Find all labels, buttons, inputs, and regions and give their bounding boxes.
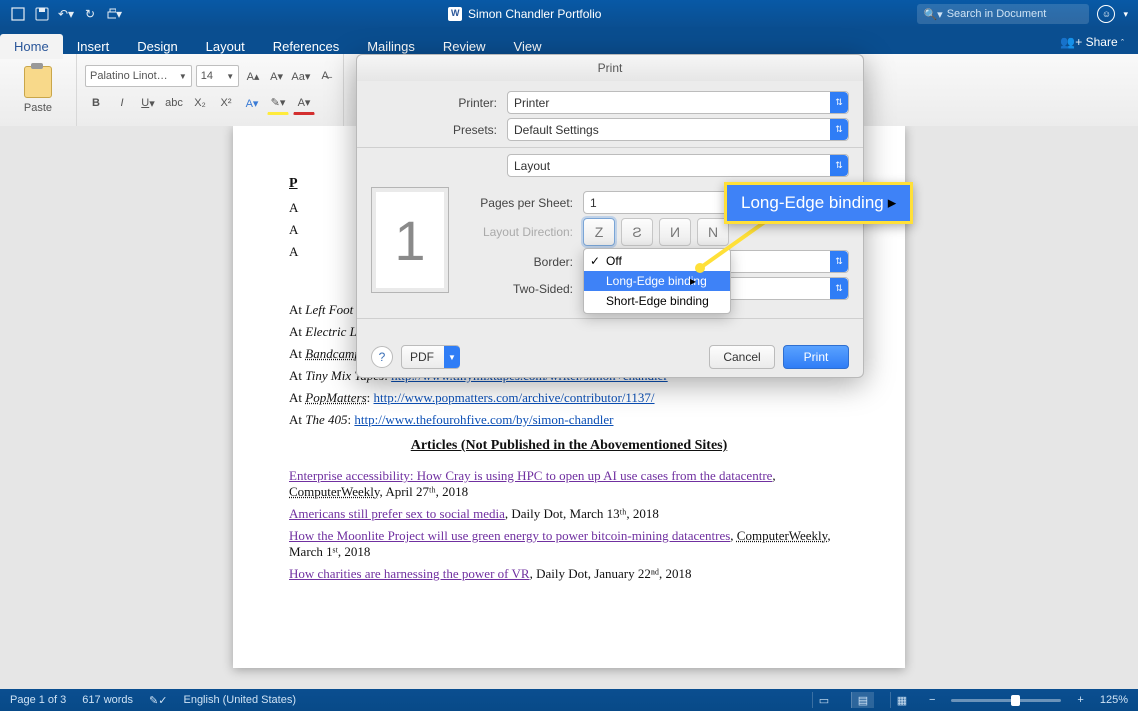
search-icon: 🔍▾ [923, 8, 942, 21]
print-button[interactable]: Print [783, 345, 849, 369]
clipboard-group: Paste [0, 54, 77, 126]
print-quick-icon[interactable]: ▾ [106, 6, 122, 22]
chevron-updown-icon: ⇅ [830, 92, 848, 113]
subscript-button[interactable]: X₂ [189, 92, 211, 114]
focus-view-icon[interactable]: ▭ [812, 692, 835, 708]
zoom-level[interactable]: 125% [1100, 694, 1128, 706]
status-lang[interactable]: English (United States) [183, 694, 296, 706]
share-button[interactable]: 👥+ Share ˆ [1046, 30, 1138, 54]
clear-format-icon[interactable]: A̶ [315, 65, 335, 87]
articles-heading: Articles (Not Published in the Abovement… [289, 438, 849, 454]
article-link[interactable]: Americans still prefer sex to social med… [289, 506, 505, 521]
presets-label: Presets: [371, 123, 507, 137]
portfolio-row: At The 405: http://www.thefourohfive.com… [289, 412, 849, 428]
highlight-icon[interactable]: ✎▾ [267, 91, 289, 115]
chevron-updown-icon: ⇅ [830, 119, 848, 140]
page-thumbnail: 1 [371, 187, 449, 293]
portfolio-link[interactable]: http://www.thefourohfive.com/by/simon-ch… [354, 412, 613, 427]
chevron-updown-icon: ⇅ [830, 155, 848, 176]
article-link[interactable]: How the Moonlite Project will use green … [289, 528, 730, 543]
pdf-button[interactable]: PDF▼ [401, 345, 460, 369]
presets-select[interactable]: Default Settings⇅ [507, 118, 849, 141]
article-row: How the Moonlite Project will use green … [289, 528, 849, 560]
chevron-updown-icon: ⇅ [830, 251, 848, 272]
italic-button[interactable]: I [111, 92, 133, 114]
dir-s-icon[interactable]: Ƨ [621, 218, 653, 246]
search-input[interactable]: 🔍▾Search in Document [917, 4, 1089, 24]
font-group: Palatino Linot…▼ 14▼ A▴ A▾ Aa▾ A̶ B I U▾… [77, 54, 344, 126]
help-button[interactable]: ? [371, 346, 393, 368]
section-select[interactable]: Layout⇅ [507, 154, 849, 177]
zoom-slider[interactable] [951, 699, 1061, 702]
article-link[interactable]: Enterprise accessibility: How Cray is us… [289, 468, 772, 483]
superscript-button[interactable]: X² [215, 92, 237, 114]
chevron-down-icon: ▼ [444, 346, 460, 368]
strike-button[interactable]: abc [163, 92, 185, 114]
shrink-font-icon[interactable]: A▾ [267, 65, 287, 87]
twosided-label: Two-Sided: [463, 282, 583, 296]
dir-n-icon[interactable]: И [659, 218, 691, 246]
titlebar: ↶▾ ↻ ▾ Simon Chandler Portfolio 🔍▾Search… [0, 0, 1138, 28]
status-page[interactable]: Page 1 of 3 [10, 694, 66, 706]
article-row: How charities are harnessing the power o… [289, 566, 849, 582]
chevron-updown-icon: ⇅ [830, 278, 848, 299]
ribbon-tabs: HomeInsertDesignLayoutReferencesMailings… [0, 28, 1138, 54]
cancel-button[interactable]: Cancel [709, 345, 775, 369]
layout-direction-label: Layout Direction: [463, 225, 583, 239]
zoom-out-button[interactable]: − [929, 694, 935, 706]
feedback-chevron-icon[interactable]: ▾ [1123, 9, 1128, 20]
dialog-title: Print [357, 55, 863, 81]
border-label: Border: [463, 255, 583, 269]
undo-icon[interactable]: ↶▾ [58, 6, 74, 22]
printer-label: Printer: [371, 96, 507, 110]
dir-z-icon[interactable]: Z [583, 218, 615, 246]
pps-label: Pages per Sheet: [463, 196, 583, 210]
callout-label: Long-Edge binding▸ [724, 182, 913, 224]
font-size-select[interactable]: 14▼ [196, 65, 239, 87]
autosave-icon[interactable] [10, 6, 26, 22]
underline-button[interactable]: U▾ [137, 92, 159, 114]
grow-font-icon[interactable]: A▴ [243, 65, 263, 87]
status-bar: Page 1 of 3 617 words ✎✓ English (United… [0, 689, 1138, 711]
portfolio-link[interactable]: http://www.popmatters.com/archive/contri… [374, 390, 655, 405]
portfolio-row: At PopMatters: http://www.popmatters.com… [289, 390, 849, 406]
font-name-select[interactable]: Palatino Linot…▼ [85, 65, 192, 87]
font-color-icon[interactable]: A▾ [293, 91, 315, 115]
doc-title: Simon Chandler Portfolio [468, 7, 601, 21]
text-effects-icon[interactable]: A▾ [241, 92, 263, 114]
menu-item-short-edge-binding[interactable]: Short-Edge binding [584, 291, 730, 311]
printer-select[interactable]: Printer⇅ [507, 91, 849, 114]
change-case-icon[interactable]: Aa▾ [290, 65, 311, 87]
bold-button[interactable]: B [85, 92, 107, 114]
menu-item-long-edge-binding[interactable]: Long-Edge binding▸ [584, 271, 730, 291]
print-layout-icon[interactable]: ▤ [851, 692, 874, 708]
zoom-in-button[interactable]: + [1077, 694, 1083, 706]
article-row: Enterprise accessibility: How Cray is us… [289, 468, 849, 500]
paste-label: Paste [24, 102, 52, 114]
save-icon[interactable] [34, 6, 50, 22]
article-link[interactable]: How charities are harnessing the power o… [289, 566, 530, 581]
spellcheck-icon[interactable]: ✎✓ [149, 694, 167, 707]
word-doc-icon [448, 7, 462, 21]
redo-icon[interactable]: ↻ [82, 6, 98, 22]
feedback-icon[interactable]: ☺ [1097, 5, 1115, 23]
web-layout-icon[interactable]: ▦ [890, 692, 913, 708]
paste-icon[interactable] [24, 66, 52, 98]
status-words[interactable]: 617 words [82, 694, 133, 706]
article-row: Americans still prefer sex to social med… [289, 506, 849, 522]
